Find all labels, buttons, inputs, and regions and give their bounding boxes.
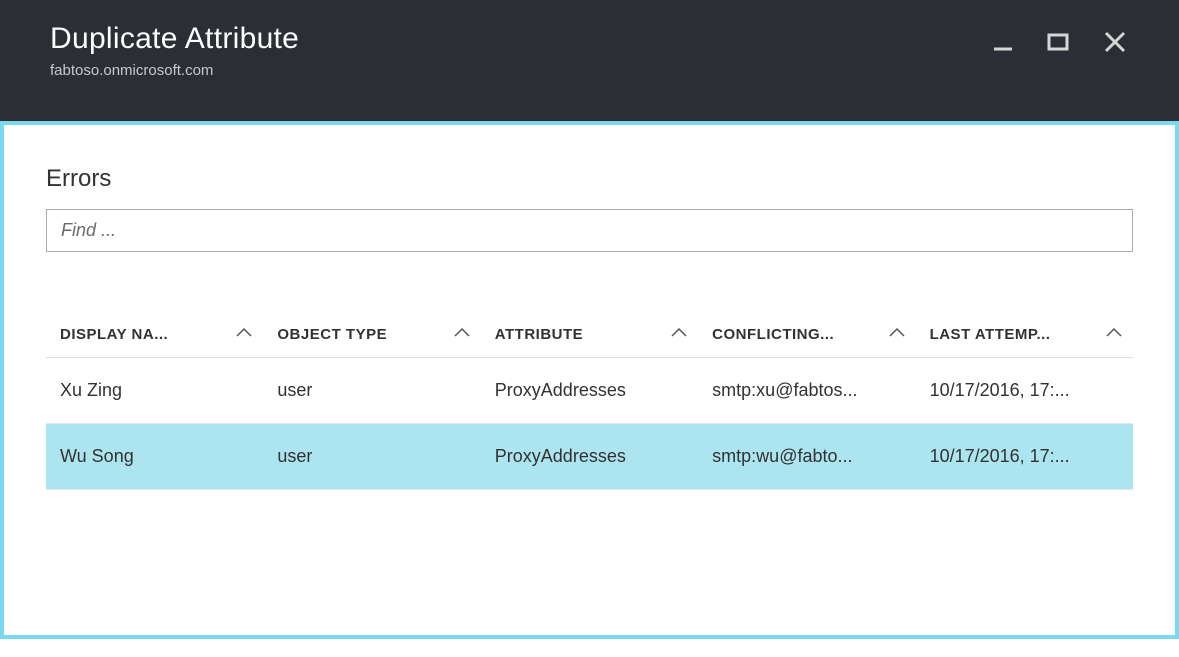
table-body: Xu ZinguserProxyAddressessmtp:xu@fabtos.… [46, 358, 1133, 490]
cell-last-attempt: 10/17/2016, 17:... [916, 424, 1133, 490]
window-controls [989, 28, 1129, 56]
cell-display-name: Xu Zing [46, 358, 263, 424]
minimize-icon [991, 30, 1015, 54]
column-header-display-name[interactable]: DISPLAY NA... [46, 312, 263, 358]
table-row[interactable]: Wu SonguserProxyAddressessmtp:wu@fabto..… [46, 424, 1133, 490]
sort-caret-up-icon [888, 326, 906, 343]
page-title: Duplicate Attribute [50, 22, 299, 56]
cell-object-type: user [263, 358, 480, 424]
minimize-button[interactable] [989, 28, 1017, 56]
errors-table: DISPLAY NA... OBJECT TYPE [46, 312, 1133, 490]
close-icon [1102, 29, 1128, 55]
cell-display-name: Wu Song [46, 424, 263, 490]
column-label: ATTRIBUTE [495, 326, 583, 343]
cell-last-attempt: 10/17/2016, 17:... [916, 358, 1133, 424]
column-header-conflicting[interactable]: CONFLICTING... [698, 312, 915, 358]
table-header-row: DISPLAY NA... OBJECT TYPE [46, 312, 1133, 358]
close-button[interactable] [1101, 28, 1129, 56]
column-header-attribute[interactable]: ATTRIBUTE [481, 312, 698, 358]
cell-attribute: ProxyAddresses [481, 424, 698, 490]
column-label: DISPLAY NA... [60, 326, 168, 343]
search-input[interactable] [46, 209, 1133, 252]
sort-caret-up-icon [235, 326, 253, 343]
page-subtitle: fabtoso.onmicrosoft.com [50, 62, 299, 79]
restore-button[interactable] [1045, 28, 1073, 56]
column-label: LAST ATTEMP... [930, 326, 1051, 343]
cell-attribute: ProxyAddresses [481, 358, 698, 424]
cell-conflicting: smtp:wu@fabto... [698, 424, 915, 490]
column-label: CONFLICTING... [712, 326, 834, 343]
restore-icon [1046, 29, 1072, 55]
table-row[interactable]: Xu ZinguserProxyAddressessmtp:xu@fabtos.… [46, 358, 1133, 424]
section-title: Errors [46, 165, 1133, 193]
column-header-object-type[interactable]: OBJECT TYPE [263, 312, 480, 358]
header-titles: Duplicate Attribute fabtoso.onmicrosoft.… [50, 22, 299, 79]
content-panel: Errors DISPLAY NA... OBJECT TYPE [0, 121, 1179, 639]
sort-caret-up-icon [453, 326, 471, 343]
column-label: OBJECT TYPE [277, 326, 387, 343]
header-bar: Duplicate Attribute fabtoso.onmicrosoft.… [0, 4, 1179, 121]
cell-object-type: user [263, 424, 480, 490]
sort-caret-up-icon [670, 326, 688, 343]
cell-conflicting: smtp:xu@fabtos... [698, 358, 915, 424]
column-header-last-attempt[interactable]: LAST ATTEMP... [916, 312, 1133, 358]
sort-caret-up-icon [1105, 326, 1123, 343]
